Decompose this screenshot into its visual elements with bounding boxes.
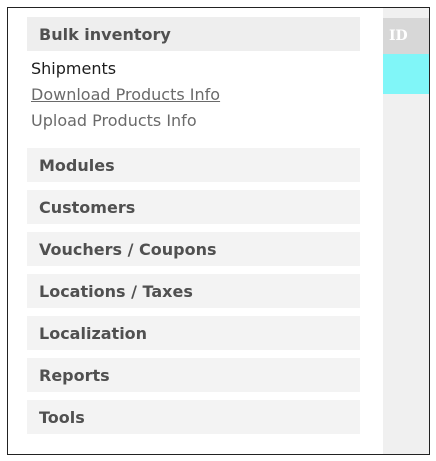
menu-item-modules[interactable]: Modules bbox=[27, 148, 360, 182]
menu-item-customers[interactable]: Customers bbox=[27, 190, 360, 224]
submenu-item-shipments[interactable]: Shipments bbox=[31, 59, 116, 79]
admin-frame: Bulk inventory Shipments Download Produc… bbox=[7, 7, 430, 455]
sidebar-menu: Bulk inventory Shipments Download Produc… bbox=[8, 8, 363, 454]
submenu-item-upload-products-info[interactable]: Upload Products Info bbox=[31, 111, 197, 131]
content-panel: ID bbox=[383, 8, 429, 454]
menu-item-locations-taxes[interactable]: Locations / Taxes bbox=[27, 274, 360, 308]
id-column-header[interactable]: ID bbox=[383, 18, 429, 54]
menu-item-bulk-inventory[interactable]: Bulk inventory bbox=[27, 17, 360, 51]
menu-item-vouchers-coupons[interactable]: Vouchers / Coupons bbox=[27, 232, 360, 266]
submenu-item-download-products-info[interactable]: Download Products Info bbox=[31, 85, 220, 105]
highlighted-table-row[interactable] bbox=[383, 54, 429, 94]
menu-item-localization[interactable]: Localization bbox=[27, 316, 360, 350]
menu-item-tools[interactable]: Tools bbox=[27, 400, 360, 434]
menu-item-reports[interactable]: Reports bbox=[27, 358, 360, 392]
